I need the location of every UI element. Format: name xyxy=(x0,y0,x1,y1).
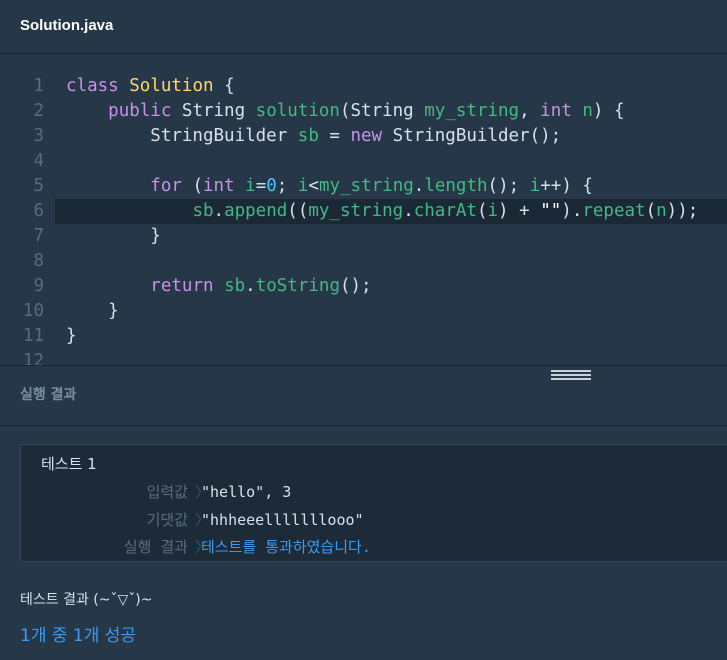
line-number: 5 xyxy=(33,176,44,196)
row-value: "hello", 3 xyxy=(201,483,292,501)
test-result-row: 실행 결과 〉 테스트를 통과하였습니다. xyxy=(21,536,727,558)
line-number: 10 xyxy=(22,301,44,321)
code-text[interactable]: class Solution { xyxy=(66,74,235,99)
code-text[interactable]: public String solution(String my_string,… xyxy=(66,99,624,124)
summary-title: 테스트 결과 (~ˇ▽ˇ)~ xyxy=(20,592,153,608)
test-case-name: 테스트 1 xyxy=(41,455,97,473)
code-line[interactable]: 6 sb.append((my_string.charAt(i) + "").r… xyxy=(33,199,727,224)
code-line[interactable]: 7 } xyxy=(0,224,727,249)
line-number: 1 xyxy=(33,76,44,96)
panel-divider xyxy=(0,365,727,366)
code-line[interactable]: 10 } xyxy=(0,299,727,324)
code-text[interactable]: } xyxy=(66,324,77,349)
line-number: 7 xyxy=(33,226,44,246)
line-number: 4 xyxy=(33,151,44,171)
code-text[interactable]: sb.append((my_string.charAt(i) + "").rep… xyxy=(66,199,698,224)
code-line[interactable]: 12 xyxy=(0,349,727,365)
code-text[interactable]: } xyxy=(66,299,119,324)
code-line[interactable]: 2 public String solution(String my_strin… xyxy=(0,99,727,124)
line-number: 6 xyxy=(33,201,44,221)
file-title: Solution.java xyxy=(20,17,114,34)
result-panel-header: 실행 결과 xyxy=(0,366,727,426)
row-value: "hhheeelllllllooo" xyxy=(201,511,364,529)
line-number: 2 xyxy=(33,101,44,121)
code-editor[interactable]: 1 class Solution {2 public String solutio… xyxy=(0,54,727,365)
summary-result: 1개 중 1개 성공 xyxy=(20,626,137,646)
code-line[interactable]: 8 xyxy=(0,249,727,274)
code-text[interactable]: for (int i=0; i<my_string.length(); i++)… xyxy=(66,174,593,199)
code-line[interactable]: 4 xyxy=(0,149,727,174)
row-label: 기댓값 xyxy=(146,511,188,529)
line-number: 3 xyxy=(33,126,44,146)
resize-handle[interactable] xyxy=(551,370,591,380)
line-number: 11 xyxy=(22,326,44,346)
code-line[interactable]: 5 for (int i=0; i<my_string.length(); i+… xyxy=(0,174,727,199)
code-line[interactable]: 11} xyxy=(0,324,727,349)
row-label: 실행 결과 xyxy=(123,538,188,556)
line-number: 12 xyxy=(22,351,44,365)
test-expected-row: 기댓값 〉 "hhheeelllllllooo" xyxy=(21,509,727,531)
file-tab-header: Solution.java xyxy=(0,0,727,54)
line-number: 8 xyxy=(33,251,44,271)
row-label: 입력값 xyxy=(146,483,188,501)
code-line[interactable]: 9 return sb.toString(); xyxy=(0,274,727,299)
code-text[interactable]: return sb.toString(); xyxy=(66,274,371,299)
test-case-box: 테스트 1 입력값 〉 "hello", 3 기댓값 〉 "hhheeellll… xyxy=(20,444,727,562)
result-title: 실행 결과 xyxy=(20,387,77,403)
code-text[interactable]: } xyxy=(66,224,161,249)
code-line[interactable]: 3 StringBuilder sb = new StringBuilder()… xyxy=(0,124,727,149)
code-line[interactable]: 1 class Solution { xyxy=(0,74,727,99)
pass-message: 테스트를 통과하였습니다. xyxy=(201,538,371,556)
test-input-row: 입력값 〉 "hello", 3 xyxy=(21,481,727,503)
code-text[interactable]: StringBuilder sb = new StringBuilder(); xyxy=(66,124,561,149)
line-number: 9 xyxy=(33,276,44,296)
